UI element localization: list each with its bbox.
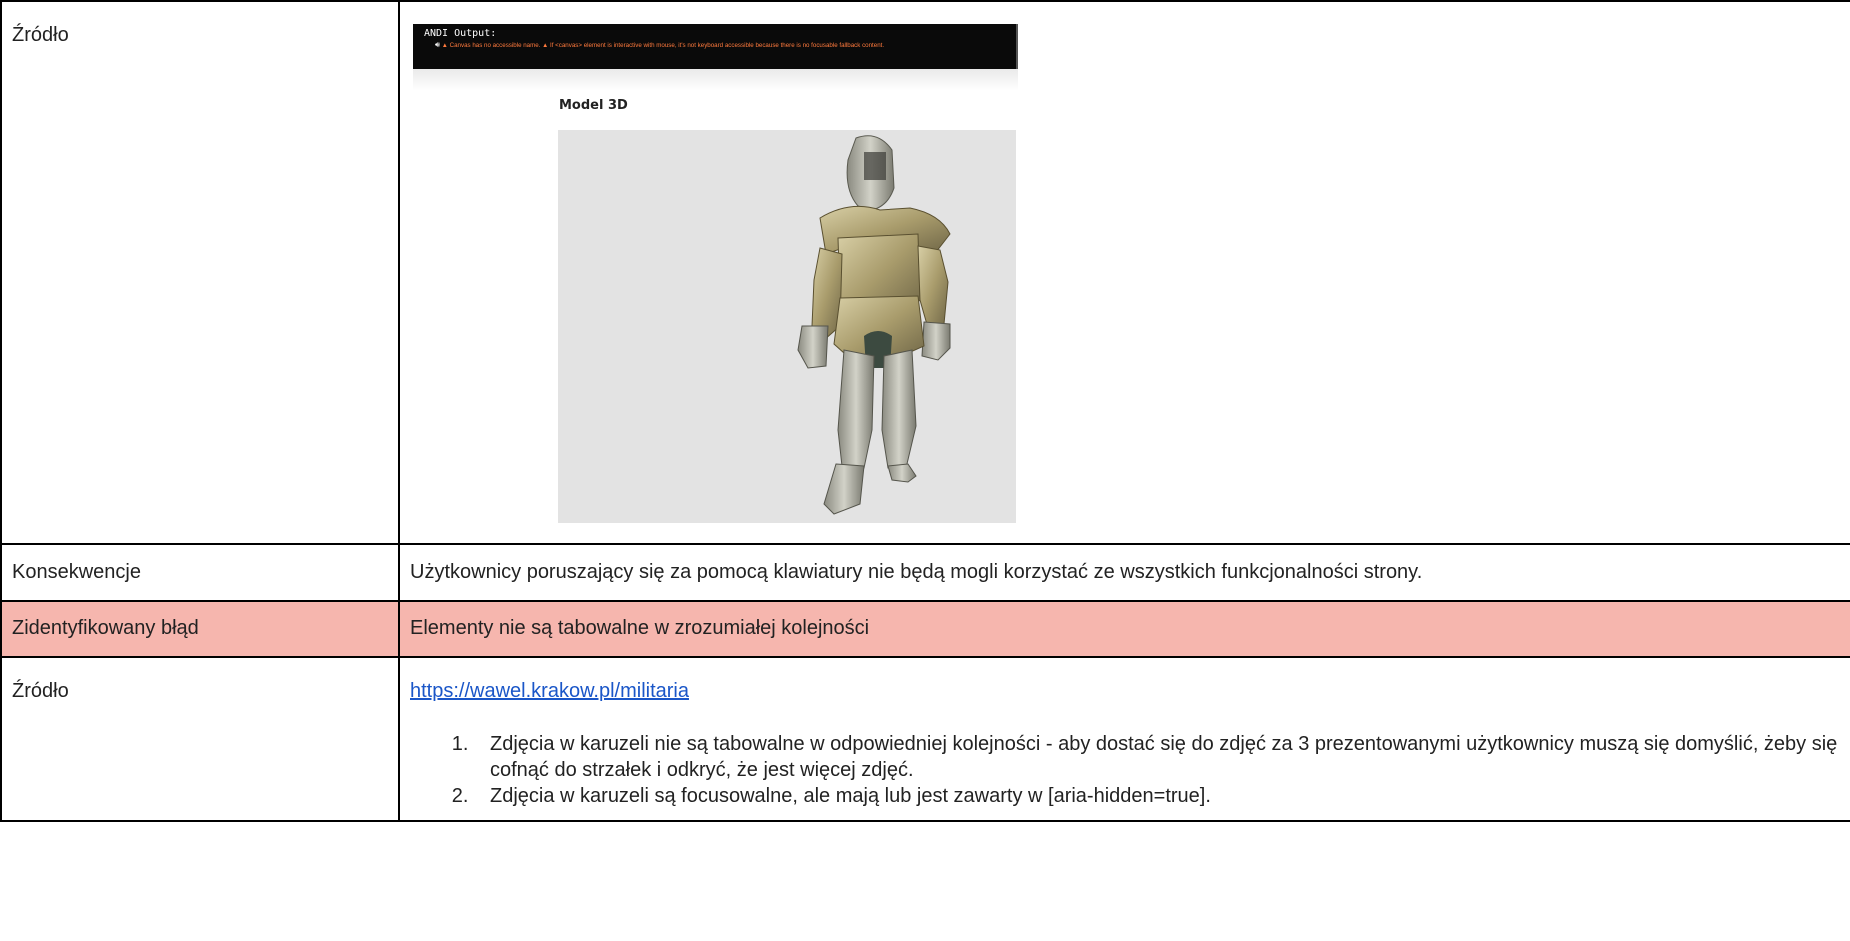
table-row: Źródło https://wawel.krakow.pl/militaria…: [0, 656, 1850, 822]
list-item: Zdjęcia w karuzeli są focusowalne, ale m…: [474, 783, 1850, 809]
row-value: Użytkownicy poruszający się za pomocą kl…: [398, 543, 1850, 602]
embedded-screenshot: ANDI Output: 🔊︎ ▲ Canvas has no accessib…: [400, 2, 1850, 523]
table-row: Konsekwencje Użytkownicy poruszający się…: [0, 543, 1850, 602]
row-label: Źródło: [0, 656, 400, 822]
row-value: Elementy nie są tabowalne w zrozumiałej …: [398, 600, 1850, 658]
model-title: Model 3D: [559, 98, 628, 113]
list-item: Zdjęcia w karuzeli nie są tabowalne w od…: [474, 731, 1850, 783]
issue-list: Zdjęcia w karuzeli nie są tabowalne w od…: [410, 731, 1850, 809]
andi-output-panel: ANDI Output: 🔊︎ ▲ Canvas has no accessib…: [413, 24, 1018, 69]
row-label: Zidentyfikowany błąd: [0, 600, 400, 658]
source-link[interactable]: https://wawel.krakow.pl/militaria: [410, 680, 689, 702]
table-row: Źródło ANDI Output: 🔊︎ ▲ Canvas has no a…: [0, 0, 1850, 545]
andi-message: 🔊︎ ▲ Canvas has no accessible name. ▲ If…: [435, 40, 884, 50]
andi-title: ANDI Output:: [424, 28, 497, 39]
model-3d-viewer[interactable]: [558, 130, 1016, 523]
row-value: https://wawel.krakow.pl/militaria Zdjęci…: [398, 656, 1850, 822]
row-label: Źródło: [0, 0, 400, 545]
screenshot-cell: ANDI Output: 🔊︎ ▲ Canvas has no accessib…: [398, 0, 1850, 545]
issue-table: Źródło ANDI Output: 🔊︎ ▲ Canvas has no a…: [0, 0, 1850, 822]
armor-image: [797, 135, 951, 515]
table-row-highlighted: Zidentyfikowany błąd Elementy nie są tab…: [0, 600, 1850, 658]
speaker-icon: 🔊︎: [435, 40, 441, 49]
panel-shadow: [413, 69, 1018, 91]
row-label: Konsekwencje: [0, 543, 400, 602]
andi-warning-text: ▲ Canvas has no accessible name. ▲ If <c…: [441, 42, 885, 49]
